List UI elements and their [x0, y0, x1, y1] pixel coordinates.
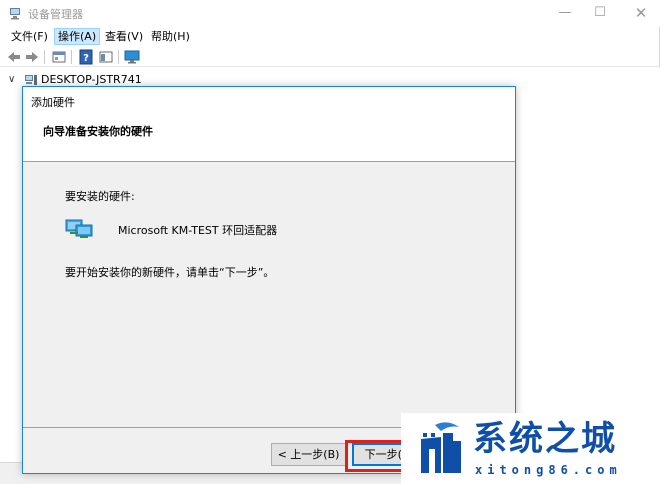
chevron-down-icon[interactable]: ∨ [8, 72, 18, 88]
back-button[interactable]: < 上一步(B) [271, 443, 346, 466]
instruction-text: 要开始安装你的新硬件，请单击“下一步”。 [65, 266, 275, 279]
title-bar: 设备管理器 — ☐ ✕ [0, 0, 660, 27]
wizard-body: 要安装的硬件: Microsoft KM-TEST 环回适配器 要开始安装你的新… [23, 163, 515, 429]
toolbar-separator [71, 50, 72, 64]
forward-arrow-icon[interactable] [24, 49, 40, 65]
menu-action[interactable]: 操作(A) [54, 28, 101, 45]
dialog-title-bar: 添加硬件 [23, 87, 515, 113]
toolbar-separator [118, 50, 119, 64]
monitor-icon[interactable] [124, 49, 140, 65]
computer-icon [25, 75, 37, 85]
watermark-url: xitong86.com [475, 463, 622, 477]
menu-view[interactable]: 查看(V) [102, 28, 146, 45]
menu-file[interactable]: 文件(F) [8, 28, 51, 45]
menu-bar: 文件(F) 操作(A) 查看(V) 帮助(H) [0, 27, 660, 46]
watermark-title: 系统之城 [473, 419, 617, 459]
svg-text:?: ? [83, 53, 89, 64]
close-button[interactable]: ✕ [629, 3, 653, 23]
toolbar-panel-icon[interactable] [98, 49, 114, 65]
hardware-name: Microsoft KM-TEST 环回适配器 [118, 224, 278, 237]
network-adapter-icon [65, 219, 93, 238]
toolbar-separator [44, 50, 45, 64]
dialog-title: 添加硬件 [31, 96, 75, 109]
castle-logo-icon [421, 422, 461, 473]
menu-help[interactable]: 帮助(H) [148, 28, 193, 45]
wizard-header: 向导准备安装你的硬件 [23, 113, 515, 162]
window-title: 设备管理器 [28, 8, 83, 21]
maximize-button[interactable]: ☐ [588, 3, 612, 23]
device-manager-icon [10, 8, 20, 20]
help-icon[interactable]: ? [78, 49, 94, 65]
hardware-label: 要安装的硬件: [65, 190, 135, 203]
watermark: 系统之城 xitong86.com [401, 413, 660, 484]
properties-icon[interactable] [51, 49, 67, 65]
back-arrow-icon[interactable] [6, 49, 22, 65]
minimize-button[interactable]: — [553, 3, 577, 23]
wizard-heading: 向导准备安装你的硬件 [43, 125, 153, 138]
toolbar: ? [0, 47, 660, 67]
